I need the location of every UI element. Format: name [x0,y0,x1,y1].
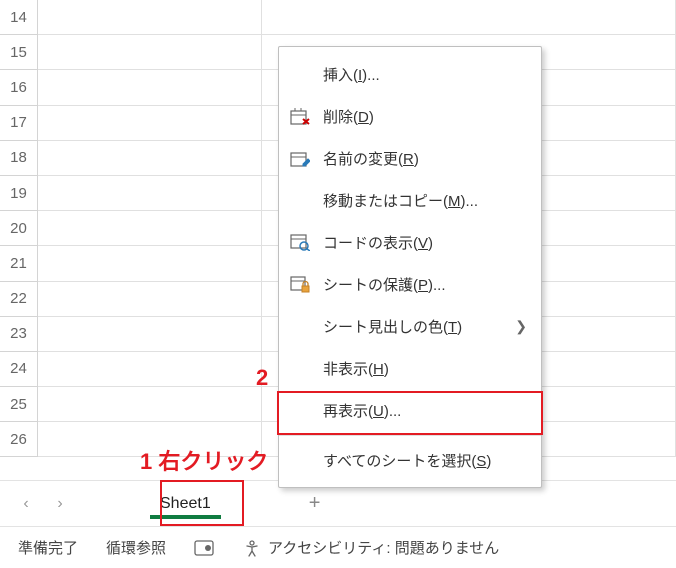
status-macro[interactable] [194,538,214,558]
cell[interactable] [38,106,262,141]
blank-icon [289,450,311,472]
ctx-protect[interactable]: シートの保護(P)... [279,263,541,305]
ctx-tab-color[interactable]: シート見出しの色(T) ❯ [279,305,541,347]
row-header[interactable]: 17 [0,106,38,141]
ctx-insert-label: 挿入(I)... [323,64,527,85]
ctx-rename[interactable]: 名前の変更(R) [279,137,541,179]
sheet-context-menu: 挿入(I)... 削除(D) 名前の変更(R) 移動またはコピー(M)... コ… [278,46,542,488]
row-header[interactable]: 18 [0,141,38,176]
row-header[interactable]: 24 [0,352,38,387]
rename-icon [289,147,311,169]
ctx-delete-label: 削除(D) [323,106,527,127]
blank-icon [289,315,311,337]
cell[interactable] [38,0,262,35]
delete-sheet-icon [289,105,311,127]
status-accessibility[interactable]: アクセシビリティ: 問題ありません [242,537,499,558]
cell[interactable] [38,387,262,422]
status-accessibility-text: アクセシビリティ: 問題ありません [268,537,499,558]
ctx-move-label: 移動またはコピー(M)... [323,190,527,211]
ctx-rename-label: 名前の変更(R) [323,148,527,169]
cell[interactable] [38,246,262,281]
ctx-protect-label: シートの保護(P)... [323,274,527,295]
cell[interactable] [38,352,262,387]
view-code-icon [289,231,311,253]
accessibility-icon [242,538,262,558]
cell[interactable] [38,282,262,317]
ctx-unhide[interactable]: 再表示(U)... [279,389,541,431]
cell[interactable] [38,422,262,457]
row-header[interactable]: 26 [0,422,38,457]
ctx-view-code[interactable]: コードの表示(V) [279,221,541,263]
row-header[interactable]: 20 [0,211,38,246]
status-ready: 準備完了 [18,537,78,558]
ctx-unhide-label: 再表示(U)... [323,400,527,421]
row-header[interactable]: 21 [0,246,38,281]
ctx-hide-label: 非表示(H) [323,358,527,379]
tab-nav-next[interactable]: › [48,492,72,516]
ctx-select-all-sheets[interactable]: すべてのシートを選択(S) [279,435,541,481]
ctx-hide[interactable]: 非表示(H) [279,347,541,389]
blank-icon [289,189,311,211]
cell[interactable] [38,141,262,176]
row-header[interactable]: 16 [0,70,38,105]
macro-record-icon [194,538,214,558]
row-header[interactable]: 23 [0,317,38,352]
row-header[interactable]: 25 [0,387,38,422]
tab-nav-prev[interactable]: ‹ [14,492,38,516]
new-sheet-button[interactable]: + [309,492,321,515]
row-header[interactable]: 15 [0,35,38,70]
submenu-arrow-icon: ❯ [515,318,527,335]
cell[interactable] [38,70,262,105]
cell[interactable] [38,317,262,352]
blank-icon [289,357,311,379]
cell[interactable] [38,176,262,211]
ctx-delete[interactable]: 削除(D) [279,95,541,137]
row-header[interactable]: 22 [0,282,38,317]
sheet-tab-1[interactable]: Sheet1 [142,487,229,521]
status-circular-ref: 循環参照 [106,537,166,558]
protect-sheet-icon [289,273,311,295]
cell[interactable] [262,0,676,35]
blank-icon [289,399,311,421]
ctx-tabcolor-label: シート見出しの色(T) [323,316,503,337]
blank-icon [289,63,311,85]
row-header[interactable]: 19 [0,176,38,211]
ctx-viewcode-label: コードの表示(V) [323,232,527,253]
status-bar: 準備完了 循環参照 アクセシビリティ: 問題ありません [0,526,676,568]
ctx-selectall-label: すべてのシートを選択(S) [323,450,527,471]
cell[interactable] [38,211,262,246]
row-header[interactable]: 14 [0,0,38,35]
cell[interactable] [38,35,262,70]
ctx-insert[interactable]: 挿入(I)... [279,53,541,95]
ctx-move-copy[interactable]: 移動またはコピー(M)... [279,179,541,221]
